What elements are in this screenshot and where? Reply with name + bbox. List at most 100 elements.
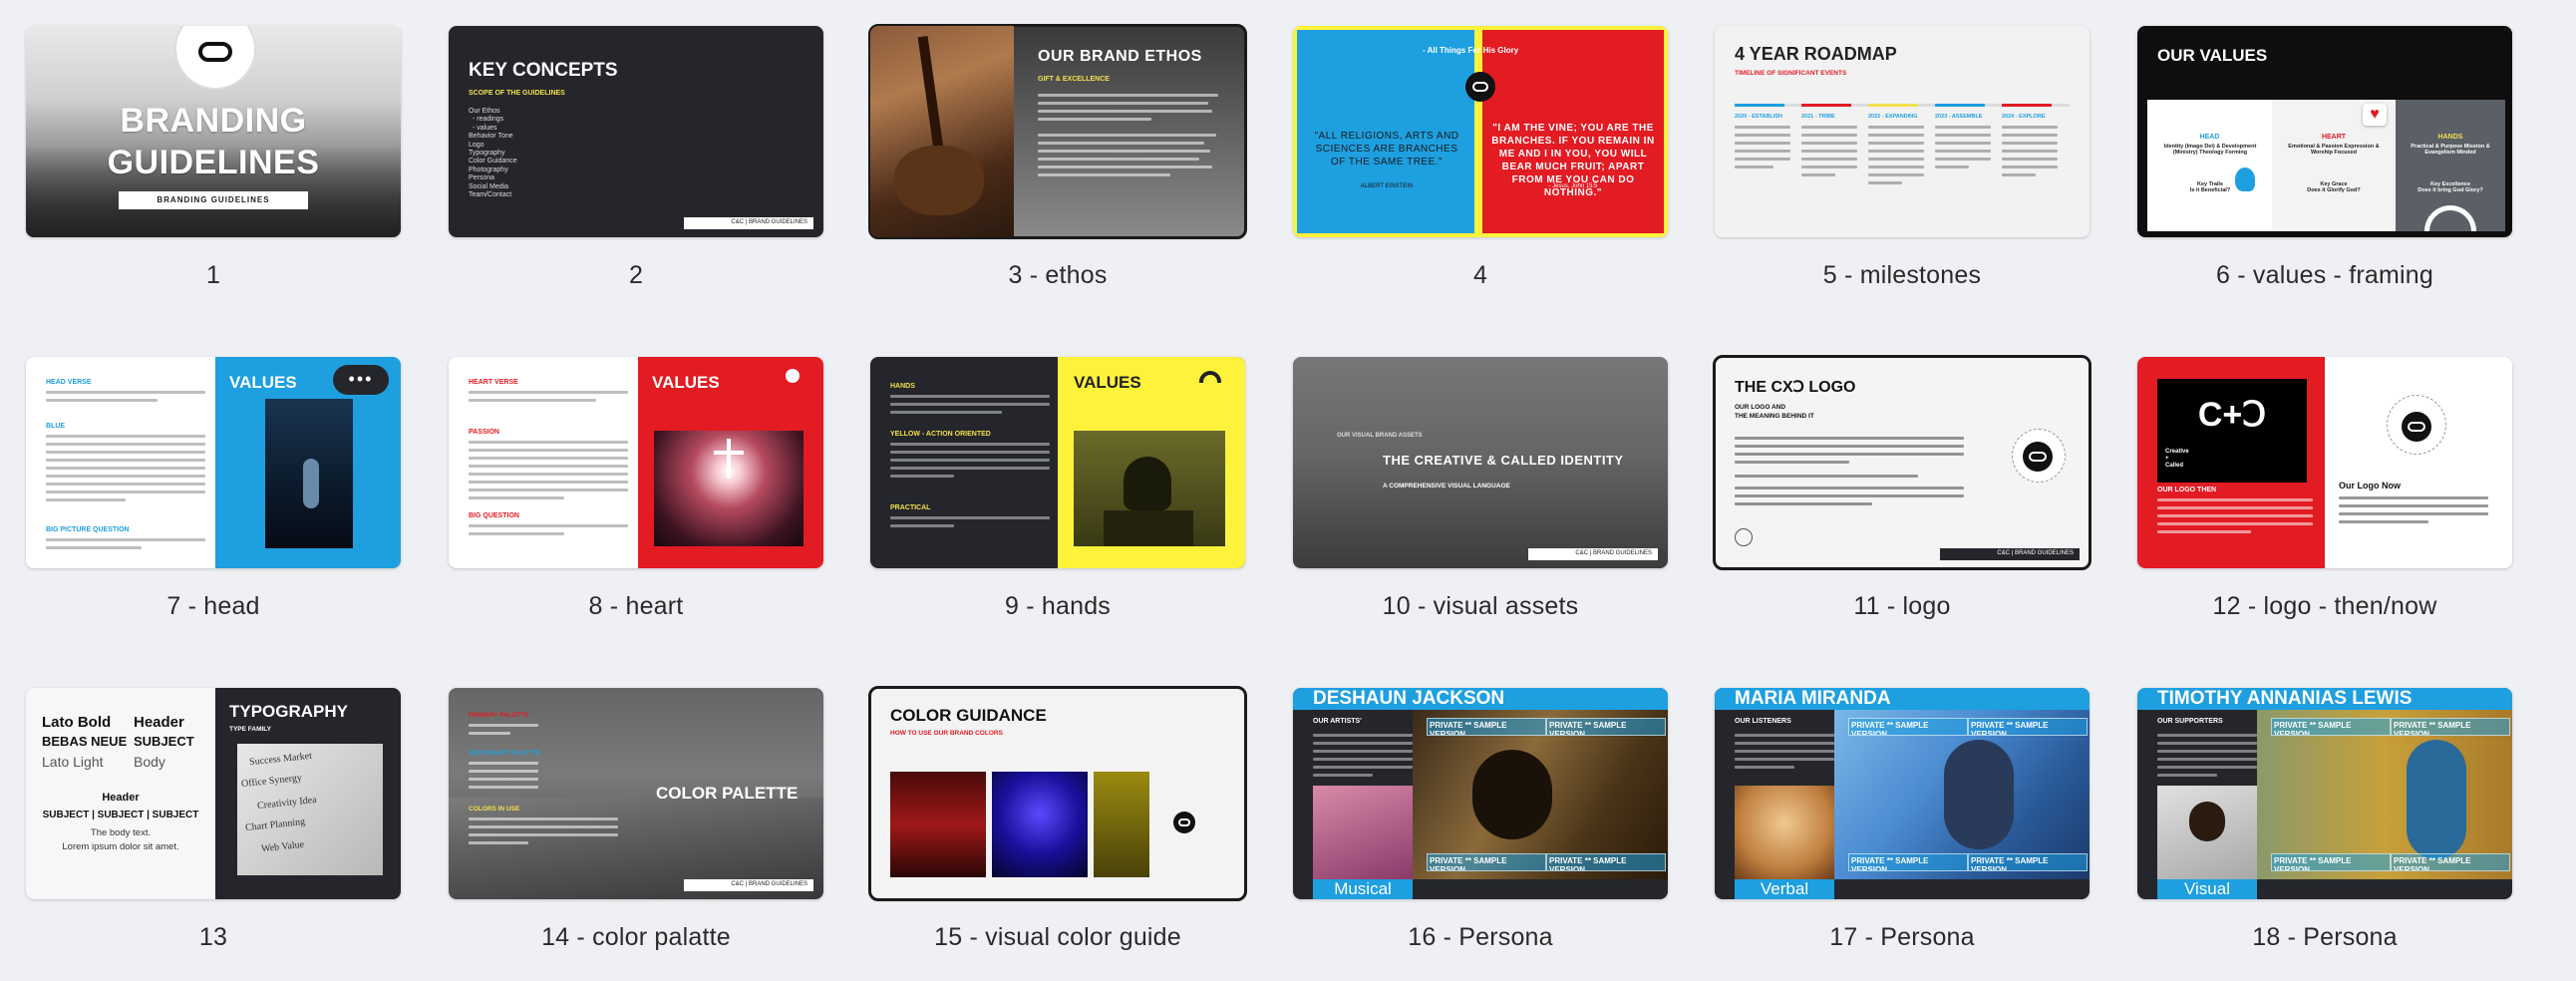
value-label: HEAD VERSE (46, 379, 92, 386)
slide-footer: C&C | BRAND GUIDELINES (684, 217, 813, 229)
slide-18-thumbnail[interactable]: TIMOTHY ANNANIAS LEWIS OUR SUPPORTERS PR… (2137, 688, 2512, 899)
head-icon (2235, 167, 2255, 191)
font-sample-lato-light: Lato Light (42, 754, 104, 770)
slide-13-caption: 13 (198, 923, 228, 951)
persona-section: OUR LISTENERS (1735, 718, 1791, 725)
heart-icon: ♥ (2363, 104, 2387, 126)
logo-mark-icon (198, 42, 232, 62)
slide-17-caption: 17 - Persona (1829, 923, 1975, 951)
slide-3-thumbnail[interactable]: OUR BRAND ETHOS GIFT & EXCELLENCE (868, 24, 1247, 239)
type-example-subject: SUBJECT | SUBJECT | SUBJECT (42, 810, 199, 820)
value-label: PRACTICAL (890, 504, 931, 511)
right-title: Our Logo Now (2339, 481, 2401, 490)
slide-15-subtitle: HOW TO USE OUR BRAND COLORS (890, 730, 1003, 737)
sample-watermark: PRIVATE ** SAMPLE VERSION (1427, 718, 1546, 736)
slide-10-thumbnail[interactable]: OUR VISUAL BRAND ASSETS THE CREATIVE & C… (1293, 357, 1668, 568)
slide-3-subtitle: GIFT & EXCELLENCE (1038, 76, 1110, 83)
slide-3-caption: 3 - ethos (1008, 261, 1108, 289)
slide-11-thumbnail[interactable]: THE CXↃ LOGO OUR LOGO AND THE MEANING BE… (1713, 355, 2092, 570)
persona-name: TIMOTHY ANNANIAS LEWIS (2137, 688, 2512, 710)
slide-10-tagline: A COMPREHENSIVE VISUAL LANGUAGE (1383, 483, 1510, 490)
concept-item: Photography (469, 165, 508, 173)
slide-15-title: COLOR GUIDANCE (890, 706, 1047, 725)
slide-16-thumbnail[interactable]: DESHAUN JACKSON OUR ARTISTS' PRIVATE ** … (1293, 688, 1668, 899)
concept-item: Color Guidance (469, 158, 517, 165)
typography-photo: Success Market Office Synergy Creativity… (237, 744, 383, 875)
type-example-lorem: Lorem ipsum dolor sit amet. (62, 841, 179, 852)
slide-17-thumbnail[interactable]: MARIA MIRANDA OUR LISTENERS PRIVATE ** S… (1715, 688, 2090, 899)
concept-item: Our Ethos (469, 108, 500, 115)
concept-item: Team/Contact (469, 191, 512, 199)
concept-item: Typography (469, 150, 505, 158)
slide-3-title: OUR BRAND ETHOS (1038, 48, 1202, 65)
slide-13-thumbnail[interactable]: TYPOGRAPHY TYPE FAMILY Success Market Of… (26, 688, 401, 899)
type-example-header: Header (102, 792, 140, 804)
slide-footer: C&C | BRAND GUIDELINES (684, 879, 813, 891)
sample-watermark: PRIVATE ** SAMPLE VERSION (1427, 853, 1546, 871)
slide-8-thumbnail[interactable]: VALUES HEART VERSE PASSION BIG QUESTION (449, 357, 823, 568)
slide-7-photo (265, 399, 353, 548)
slide-footer: C&C | BRAND GUIDELINES (1940, 548, 2080, 560)
slide-16-caption: 16 - Persona (1408, 923, 1553, 951)
value-col-foot: Key Excellence Does it bring God Glory? (2417, 181, 2483, 193)
brand-seal (2012, 429, 2066, 483)
slide-15-thumbnail[interactable]: COLOR GUIDANCE HOW TO USE OUR BRAND COLO… (868, 686, 1247, 901)
slide-10-caption: 10 - visual assets (1382, 592, 1579, 620)
sample-watermark: PRIVATE ** SAMPLE VERSION (2271, 718, 2391, 736)
concept-item: - readings (473, 116, 504, 124)
brand-seal (2387, 395, 2446, 455)
slide-2-subtitle: SCOPE OF THE GUIDELINES (469, 90, 565, 97)
slide-14-caption: 14 - color palatte (541, 923, 731, 951)
concept-item: Social Media (469, 182, 509, 190)
type-example-body: The body text. (90, 827, 152, 838)
slide-1-caption: 1 (205, 261, 221, 289)
slide-4-thumbnail[interactable]: - All Things For His Glory "ALL RELIGION… (1293, 26, 1668, 237)
persona-tag: Verbal (1735, 879, 1834, 899)
slide-1-thumbnail[interactable]: BRANDING GUIDELINES BRANDING GUIDELINES (26, 26, 401, 237)
slide-7-caption: 7 - head (166, 592, 260, 620)
slide-5-caption: 5 - milestones (1822, 261, 1982, 289)
milestone-year: 2023 - ASSEMBLE (1935, 114, 1983, 120)
value-col-body: Identity (Imago Dei) & Development (Mini… (2163, 144, 2257, 156)
sample-watermark: PRIVATE ** SAMPLE VERSION (2391, 718, 2510, 736)
slide-14-thumbnail[interactable]: PRIMARY PALETTE SECONDARY PALETTE COLORS… (449, 688, 823, 899)
slide-6-title: OUR VALUES (2157, 46, 2268, 65)
slide-9-thumbnail[interactable]: VALUES HANDS YELLOW - ACTION ORIENTED PR… (870, 357, 1245, 568)
concept-item: - values (473, 124, 497, 132)
type-header: Header (134, 714, 184, 731)
slide-4-tagline: - All Things For His Glory (1423, 46, 1519, 55)
slide-9-title: VALUES (1074, 373, 1141, 392)
right-attribution: - Jesus, John 15:5 (1548, 183, 1598, 189)
sample-watermark: PRIVATE ** SAMPLE VERSION (1968, 853, 2088, 871)
slide-6-thumbnail[interactable]: OUR VALUES HEAD Identity (Imago Dei) & D… (2137, 26, 2512, 237)
slide-6-caption: 6 - values - framing (2216, 261, 2433, 289)
slide-9-caption: 9 - hands (1004, 592, 1112, 620)
milestone-year: 2020 - ESTABLISH (1735, 114, 1782, 120)
logo-mark-icon (1173, 812, 1195, 833)
sample-watermark: PRIVATE ** SAMPLE VERSION (1546, 853, 1666, 871)
font-sample-bebas: BEBAS NEUE (42, 734, 128, 749)
value-col-head: HEAD (2199, 134, 2220, 141)
slide-12-thumbnail[interactable]: C+Ↄ Creative + Called OUR LOGO THEN Our … (2137, 357, 2512, 568)
sample-watermark: PRIVATE ** SAMPLE VERSION (1968, 718, 2088, 736)
value-col-body: Practical & Purpose Mission & Evangelism… (2411, 144, 2490, 156)
old-logo-mark: C+Ↄ (2197, 396, 2267, 434)
slide-2-thumbnail[interactable]: KEY CONCEPTS SCOPE OF THE GUIDELINES Our… (449, 26, 823, 237)
red-swatch-photo (890, 772, 986, 877)
concept-item: Logo (469, 141, 484, 149)
value-label: YELLOW - ACTION ORIENTED (890, 431, 991, 438)
value-col-foot: Key Grace Does it Glorify God? (2307, 181, 2361, 193)
slide-8-caption: 8 - heart (588, 592, 684, 620)
slide-10-subtitle: OUR VISUAL BRAND ASSETS (1337, 433, 1423, 439)
value-col-head: HANDS (2437, 134, 2463, 141)
slide-5-thumbnail[interactable]: 4 YEAR ROADMAP TIMELINE OF SIGNIFICANT E… (1715, 26, 2090, 237)
more-options-button[interactable]: ••• (333, 365, 389, 395)
persona-inset-photo (1735, 786, 1834, 879)
blue-swatch-photo (992, 772, 1088, 877)
logo-mark-icon (1465, 72, 1495, 102)
palette-label: PRIMARY PALETTE (469, 712, 529, 719)
slide-7-thumbnail[interactable]: VALUES ••• HEAD VERSE BLUE BIG PICTURE Q… (26, 357, 401, 568)
sample-watermark: PRIVATE ** SAMPLE VERSION (2391, 853, 2510, 871)
guitar-photo (870, 26, 1014, 237)
persona-name: MARIA MIRANDA (1715, 688, 2090, 710)
